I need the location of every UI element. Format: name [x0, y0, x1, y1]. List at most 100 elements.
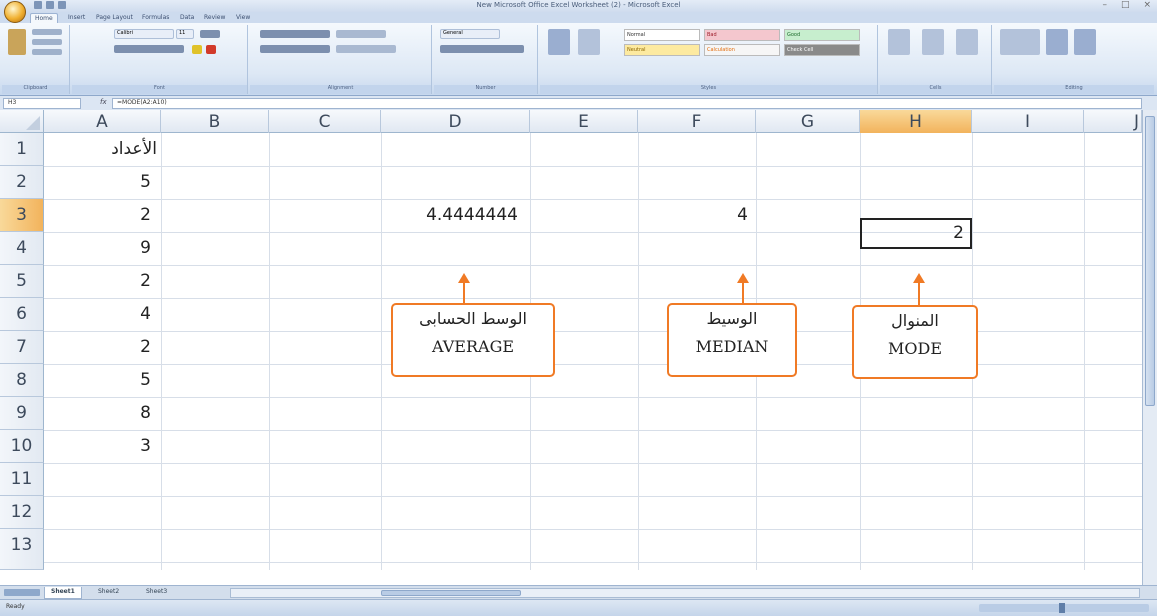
select-all-button[interactable] — [0, 110, 44, 133]
fx-icon[interactable]: fx — [100, 98, 107, 106]
tab-page-layout[interactable]: Page Layout — [92, 13, 137, 23]
font-name-select[interactable]: Calibri — [114, 29, 174, 39]
horizontal-scrollbar[interactable] — [230, 588, 1140, 598]
sort-filter-icon[interactable] — [1046, 29, 1068, 55]
style-normal[interactable]: Normal — [624, 29, 700, 41]
row-header-9[interactable]: 9 — [0, 397, 44, 430]
style-bad[interactable]: Bad — [704, 29, 780, 41]
grid-line — [44, 430, 1142, 431]
cell-a10[interactable]: 3 — [44, 430, 161, 463]
font-color-icon[interactable] — [206, 45, 216, 54]
tab-view[interactable]: View — [232, 13, 254, 23]
cell-d3[interactable]: 4.4444444 — [381, 199, 530, 232]
copy-icon[interactable] — [32, 39, 62, 45]
column-header-c[interactable]: C — [269, 110, 381, 133]
row-header-11[interactable]: 11 — [0, 463, 44, 496]
row-header-5[interactable]: 5 — [0, 265, 44, 298]
maximize-button[interactable]: □ — [1121, 0, 1130, 10]
sheet-tab-2[interactable]: Sheet2 — [92, 587, 125, 599]
sheet-tab-1[interactable]: Sheet1 — [44, 587, 82, 599]
cell-f3[interactable]: 4 — [638, 199, 756, 232]
name-box[interactable]: H3 — [3, 98, 81, 109]
tab-insert[interactable]: Insert — [64, 13, 89, 23]
tab-data[interactable]: Data — [176, 13, 198, 23]
tab-review[interactable]: Review — [200, 13, 229, 23]
grid-line — [44, 232, 1142, 233]
column-header-e[interactable]: E — [530, 110, 638, 133]
grid-line — [44, 265, 1142, 266]
style-good[interactable]: Good — [784, 29, 860, 41]
row-header-10[interactable]: 10 — [0, 430, 44, 463]
zoom-slider[interactable] — [979, 603, 1149, 613]
format-as-table-icon[interactable] — [578, 29, 600, 55]
merge-center-icon[interactable] — [336, 45, 396, 53]
column-header-d[interactable]: D — [381, 110, 530, 133]
cell-a5[interactable]: 2 — [44, 265, 161, 298]
style-neutral[interactable]: Neutral — [624, 44, 700, 56]
style-calculation[interactable]: Calculation — [704, 44, 780, 56]
cell-a4[interactable]: 9 — [44, 232, 161, 265]
conditional-formatting-icon[interactable] — [548, 29, 570, 55]
grid-line — [44, 397, 1142, 398]
formula-input[interactable]: =MODE(A2:A10) — [112, 98, 1142, 109]
zoom-slider-thumb[interactable] — [1059, 603, 1065, 613]
cell-a3[interactable]: 2 — [44, 199, 161, 232]
cell-a6[interactable]: 4 — [44, 298, 161, 331]
style-check-cell[interactable]: Check Cell — [784, 44, 860, 56]
close-button[interactable]: × — [1143, 0, 1151, 10]
row-header-8[interactable]: 8 — [0, 364, 44, 397]
format-painter-icon[interactable] — [32, 49, 62, 55]
cell-a1[interactable]: الأعداد — [44, 133, 161, 166]
vertical-scrollbar[interactable] — [1142, 110, 1157, 585]
font-size-select[interactable]: 11 — [176, 29, 194, 39]
office-button[interactable] — [4, 1, 26, 23]
row-header-7[interactable]: 7 — [0, 331, 44, 364]
format-cells-icon[interactable] — [956, 29, 978, 55]
ribbon: Clipboard Calibri 11 Font Alignment Gene… — [0, 23, 1157, 96]
row-header-3[interactable]: 3 — [0, 199, 44, 232]
paste-icon[interactable] — [8, 29, 26, 55]
fill-color-icon[interactable] — [192, 45, 202, 54]
row-header-2[interactable]: 2 — [0, 166, 44, 199]
group-label-cells: Cells — [880, 85, 991, 94]
grid-line — [44, 496, 1142, 497]
bold-italic-underline-icon[interactable] — [114, 45, 184, 53]
indent-icons[interactable] — [260, 45, 330, 53]
column-header-g[interactable]: G — [756, 110, 860, 133]
find-select-icon[interactable] — [1074, 29, 1096, 55]
column-header-f[interactable]: F — [638, 110, 756, 133]
cell-a8[interactable]: 5 — [44, 364, 161, 397]
cell-a2[interactable]: 5 — [44, 166, 161, 199]
grid-line — [44, 199, 1142, 200]
sheet-tab-3[interactable]: Sheet3 — [140, 587, 173, 599]
row-header-6[interactable]: 6 — [0, 298, 44, 331]
number-format-icons[interactable] — [440, 45, 524, 53]
cell-a9[interactable]: 8 — [44, 397, 161, 430]
align-icons[interactable] — [260, 30, 330, 38]
vertical-scroll-thumb[interactable] — [1145, 116, 1155, 406]
tab-formulas[interactable]: Formulas — [138, 13, 173, 23]
cell-h3[interactable]: 2 — [860, 217, 972, 250]
column-header-a[interactable]: A — [44, 110, 161, 133]
cut-icon[interactable] — [32, 29, 62, 35]
column-header-i[interactable]: I — [972, 110, 1084, 133]
autosum-icon[interactable] — [1000, 29, 1040, 55]
delete-cells-icon[interactable] — [922, 29, 944, 55]
row-header-4[interactable]: 4 — [0, 232, 44, 265]
horizontal-scroll-thumb[interactable] — [381, 590, 521, 596]
grow-font-icon[interactable] — [200, 30, 220, 38]
row-header-12[interactable]: 12 — [0, 496, 44, 529]
cell-a7[interactable]: 2 — [44, 331, 161, 364]
row-header-1[interactable]: 1 — [0, 133, 44, 166]
column-header-j[interactable]: J — [1084, 110, 1142, 133]
number-format-select[interactable]: General — [440, 29, 500, 39]
row-header-13[interactable]: 13 — [0, 529, 44, 570]
insert-cells-icon[interactable] — [888, 29, 910, 55]
wrap-text-icon[interactable] — [336, 30, 386, 38]
tab-home[interactable]: Home — [30, 13, 58, 23]
minimize-button[interactable]: – — [1102, 0, 1107, 10]
sheet-nav-arrows-icon[interactable] — [4, 589, 40, 596]
editing-group: Editing — [994, 25, 1154, 94]
column-header-b[interactable]: B — [161, 110, 269, 133]
column-header-h[interactable]: H — [860, 110, 972, 133]
